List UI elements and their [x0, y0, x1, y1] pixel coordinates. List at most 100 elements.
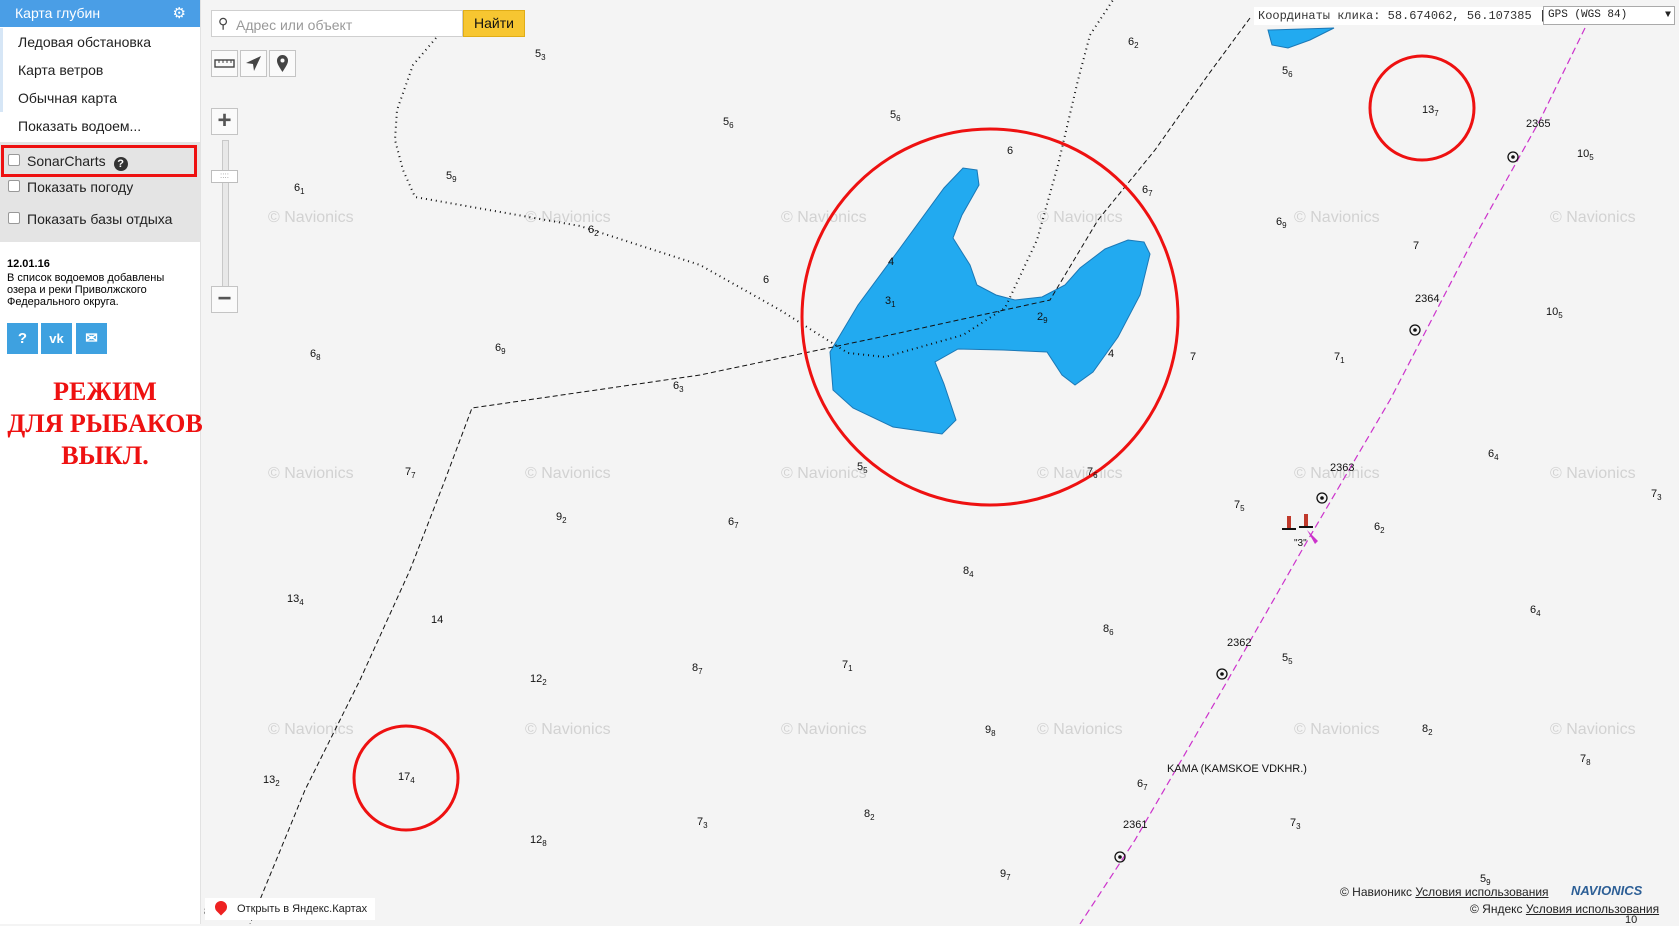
open-in-yandex-link[interactable]: Открыть в Яндекс.Картах — [205, 898, 375, 920]
fishing-mode-label: РЕЖИМ ДЛЯ РЫБАКОВ ВЫКЛ. — [0, 376, 210, 472]
depth-sounding: 63 — [673, 380, 684, 394]
depth-sounding: 97 — [1000, 868, 1011, 882]
channel-marker-label: 2363 — [1330, 462, 1354, 474]
navigation-tool-button[interactable] — [240, 50, 267, 77]
news-text: В список водоемов добавлены озера и реки… — [7, 272, 165, 308]
menu-item-label: Ледовая обстановка — [18, 34, 152, 50]
navionics-attribution: © Навионикс Условия использования — [1340, 885, 1549, 899]
navionics-watermark: © Navionics — [1550, 721, 1636, 738]
navionics-terms-link[interactable]: Условия использования — [1415, 885, 1548, 899]
depth-sounding: 82 — [864, 808, 875, 822]
depth-sounding: 132 — [263, 774, 280, 788]
depth-sounding: 86 — [1103, 623, 1114, 637]
navionics-watermark: © Navionics — [781, 721, 867, 738]
depth-sounding: 59 — [446, 170, 457, 184]
navionics-watermark: © Navionics — [268, 721, 354, 738]
zoom-in-button[interactable]: + — [211, 108, 238, 135]
navionics-watermark: © Navionics — [1550, 465, 1636, 482]
vk-button[interactable]: vk — [41, 323, 72, 354]
gear-icon[interactable]: ⚙ — [173, 0, 186, 27]
navionics-watermark: © Navionics — [525, 721, 611, 738]
navionics-logo[interactable]: NAVIONICS — [1571, 883, 1642, 898]
zoom-out-button[interactable]: − — [211, 286, 238, 313]
search-input[interactable] — [234, 11, 463, 38]
mail-button[interactable]: ✉ — [76, 323, 107, 354]
navionics-watermark: © Navionics — [1037, 465, 1123, 482]
depth-sounding: 137 — [1422, 104, 1439, 118]
channel-marker-label: 2364 — [1415, 293, 1439, 305]
channel-marker-label: 2362 — [1227, 637, 1251, 649]
depth-sounding: 67 — [1142, 184, 1153, 198]
buoy-label: "3" — [1294, 538, 1307, 549]
coords-label: Координаты клика: — [1258, 9, 1381, 23]
depth-sounding: 56 — [890, 109, 901, 123]
depth-sounding: 67 — [728, 516, 739, 530]
location-tool-button[interactable] — [269, 50, 296, 77]
depth-sounding: 78 — [1580, 753, 1591, 767]
menu-item-depth-map[interactable]: Карта глубин ⚙ — [0, 0, 200, 27]
depth-sounding: 7 — [1413, 240, 1419, 252]
coords-value: 58.674062, 56.107385 — [1387, 9, 1532, 23]
zoom-slider-track[interactable] — [222, 140, 229, 302]
channel-marker-label: 2361 — [1123, 819, 1147, 831]
vk-icon: vk — [49, 331, 64, 346]
menu-item-regular-map[interactable]: Обычная карта — [0, 84, 200, 112]
menu-item-ice[interactable]: Ледовая обстановка — [0, 28, 200, 56]
navionics-watermark: © Navionics — [268, 465, 354, 482]
ruler-tool-button[interactable] — [211, 50, 238, 77]
weather-checkbox[interactable] — [8, 180, 20, 192]
depth-sounding: 69 — [1276, 216, 1287, 230]
depth-sounding: 134 — [287, 593, 304, 607]
depth-sounding: 68 — [310, 348, 321, 362]
depth-soundings: 53625656561376 10559616267697463129105686… — [263, 36, 1662, 887]
find-button[interactable]: Найти — [463, 10, 525, 37]
chevron-down-icon: ▼ — [1664, 10, 1671, 21]
navionics-watermark: © Navionics — [525, 465, 611, 482]
depth-sounding: 4 — [1108, 348, 1114, 360]
lake-shape — [829, 167, 1151, 435]
depth-sounding: 105 — [1577, 148, 1594, 162]
coordinate-system-select[interactable]: GPS (WGS 84) ▼ — [1543, 6, 1675, 25]
lake-top-fragment — [1267, 27, 1335, 49]
depth-sounding: 92 — [556, 511, 567, 525]
yandex-terms-link[interactable]: Условия использования — [1526, 902, 1659, 916]
depth-sounding: 73 — [697, 816, 708, 830]
depth-sounding: 55 — [857, 461, 868, 475]
river-name-label: KAMA (KAMSKOE VDKHR.) — [1167, 763, 1307, 775]
option-recreation-bases[interactable]: Показать базы отдыха — [8, 208, 172, 230]
depth-sounding: 62 — [1374, 521, 1385, 535]
depth-sounding: 71 — [1334, 351, 1345, 365]
channel-marker-dot — [1220, 672, 1224, 676]
question-button[interactable]: ? — [7, 323, 38, 354]
search-box: ⚲ — [211, 10, 463, 38]
scale-mark-right: 10 — [1625, 914, 1638, 926]
depth-sounding: 7 — [1190, 351, 1196, 363]
option-weather[interactable]: Показать погоду — [8, 176, 133, 198]
depth-sounding: 98 — [985, 724, 996, 738]
option-label: Показать погоду — [27, 179, 134, 195]
depth-map[interactable]: © Navionics © Navionics © Navionics © Navio… — [0, 0, 1679, 924]
depth-sounding: 61 — [294, 182, 305, 196]
depth-sounding: 6 — [1007, 145, 1013, 157]
depth-sounding: 56 — [723, 116, 734, 130]
zoom-slider-handle[interactable]: :::: — [211, 170, 238, 183]
menu-item-wind[interactable]: Карта ветров — [0, 56, 200, 84]
depth-sounding: 62 — [1128, 36, 1139, 50]
menu-item-show-reservoir[interactable]: Показать водоем... — [0, 112, 200, 140]
sidebar: Карта глубин ⚙ Ледовая обстановка Карта … — [0, 0, 203, 924]
menu-item-label: Обычная карта — [18, 90, 117, 106]
depth-sounding: 64 — [1488, 448, 1499, 462]
fishing-mode-line: ДЛЯ РЫБАКОВ — [7, 409, 203, 438]
mail-icon: ✉ — [85, 330, 98, 347]
recreation-checkbox[interactable] — [8, 212, 20, 224]
coordinate-system-value: GPS (WGS 84) — [1548, 9, 1628, 21]
navionics-watermark: © Navionics — [1037, 209, 1123, 226]
fishing-mode-line: ВЫКЛ. — [61, 441, 149, 470]
open-in-yandex-label: Открыть в Яндекс.Картах — [237, 903, 368, 915]
depth-sounding: 53 — [535, 48, 546, 62]
navionics-watermark: © Navionics — [781, 209, 867, 226]
navionics-watermark: © Navionics — [1550, 209, 1636, 226]
sonarcharts-highlight-frame — [1, 145, 197, 177]
depth-sounding: 62 — [588, 224, 599, 238]
depth-sounding: 64 — [1530, 604, 1541, 618]
